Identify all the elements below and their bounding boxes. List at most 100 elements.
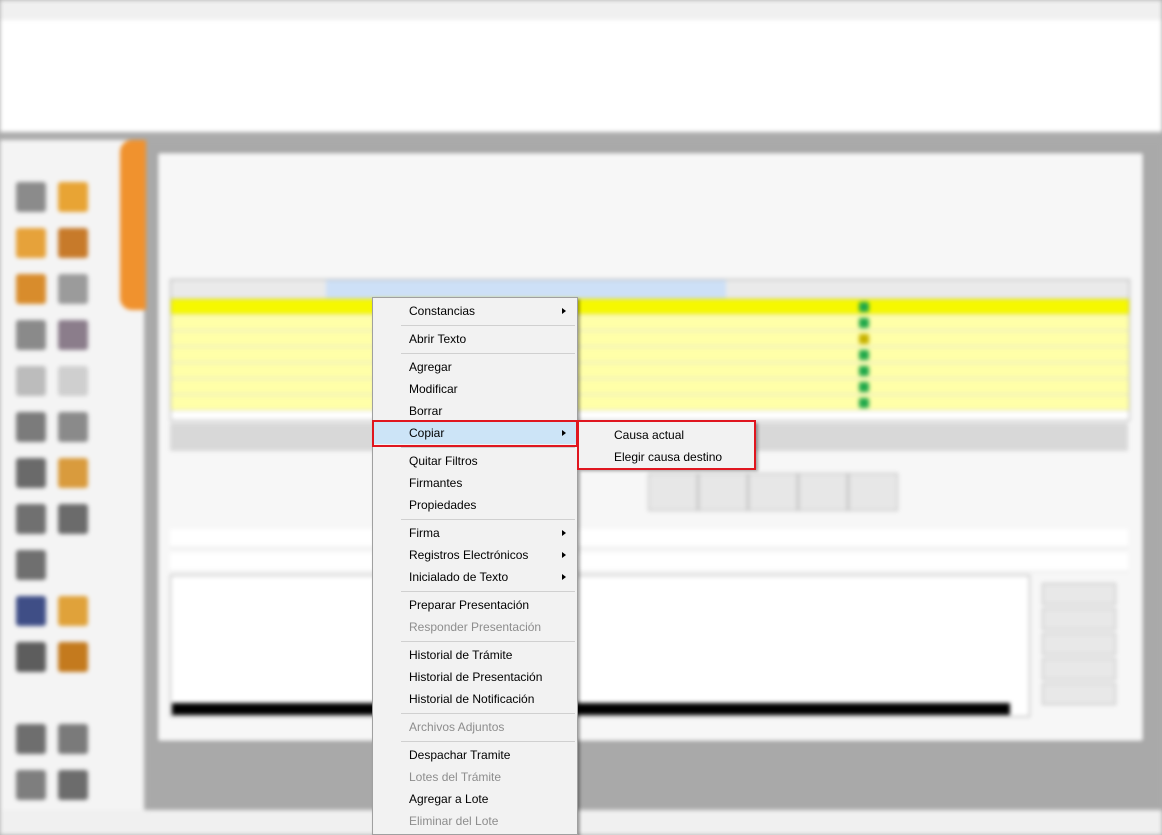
menu-item-despachar-tramite[interactable]: Despachar Tramite	[374, 744, 576, 766]
menu-item-label: Firmantes	[409, 476, 463, 490]
context-menu: Constancias Abrir Texto Agregar Modifica…	[372, 297, 578, 835]
table-row	[171, 395, 1129, 411]
menu-item-abrir-texto[interactable]: Abrir Texto	[374, 328, 576, 350]
table-row	[171, 363, 1129, 379]
detail-grid	[170, 575, 1030, 717]
tool-icon	[58, 366, 88, 396]
tool-icon	[58, 504, 88, 534]
menu-item-modificar[interactable]: Modificar	[374, 378, 576, 400]
menu-item-label: Borrar	[409, 404, 443, 418]
side-tab	[120, 140, 146, 310]
menu-item-firma[interactable]: Firma	[374, 522, 576, 544]
menu-item-copiar[interactable]: Copiar	[374, 422, 576, 444]
tool-icon	[58, 320, 88, 350]
tool-icon	[16, 274, 46, 304]
status-icon	[859, 366, 869, 376]
side-button	[1042, 658, 1116, 680]
menu-item-label: Responder Presentación	[409, 620, 542, 634]
tramites-grid	[170, 279, 1130, 421]
status-icon	[859, 334, 869, 344]
submenu-item-elegir-causa-destino[interactable]: Elegir causa destino	[580, 446, 754, 468]
tool-icon	[58, 182, 88, 212]
menu-item-borrar[interactable]: Borrar	[374, 400, 576, 422]
menu-item-responder-presentacion[interactable]: Responder Presentación	[374, 616, 576, 638]
menu-item-historial-de-presentacion[interactable]: Historial de Presentación	[374, 666, 576, 688]
tool-icon	[58, 274, 88, 304]
detail-bar	[172, 703, 1010, 715]
tool-icon	[16, 724, 46, 754]
menu-item-label: Archivos Adjuntos	[409, 720, 505, 734]
menu-item-label: Historial de Presentación	[409, 670, 543, 684]
menu-item-label: Copiar	[409, 426, 445, 440]
menu-item-agregar-a-lote[interactable]: Agregar a Lote	[374, 788, 576, 810]
submenu-arrow-icon	[562, 530, 566, 536]
menu-item-label: Propiedades	[409, 498, 477, 512]
menu-separator	[401, 325, 575, 326]
menu-item-label: Registros Electrónicos	[409, 548, 529, 562]
menu-item-historial-de-tramite[interactable]: Historial de Trámite	[374, 644, 576, 666]
menu-item-label: Eliminar del Lote	[409, 814, 499, 828]
side-button	[1042, 683, 1116, 705]
menu-item-label: Constancias	[409, 304, 476, 318]
menu-item-label: Firma	[409, 526, 440, 540]
tool-icon	[16, 320, 46, 350]
table-row	[171, 315, 1129, 331]
submenu-arrow-icon	[562, 552, 566, 558]
menu-item-eliminar-del-lote[interactable]: Eliminar del Lote	[374, 810, 576, 832]
menu-item-preparar-presentacion[interactable]: Preparar Presentación	[374, 594, 576, 616]
background-application	[0, 0, 1162, 835]
menu-item-firmantes[interactable]: Firmantes	[374, 472, 576, 494]
grid-header-selected	[326, 280, 726, 298]
submenu-arrow-icon	[562, 574, 566, 580]
menu-item-agregar[interactable]: Agregar	[374, 356, 576, 378]
menu-separator	[401, 447, 575, 448]
tool-icon	[16, 228, 46, 258]
side-button	[1042, 608, 1116, 630]
tool-icon	[58, 228, 88, 258]
tool-icon	[16, 596, 46, 626]
table-row	[171, 331, 1129, 347]
menu-item-label: Despachar Tramite	[409, 748, 511, 762]
tool-icon	[16, 412, 46, 442]
menu-item-registros-electronicos[interactable]: Registros Electrónicos	[374, 544, 576, 566]
menu-item-lotes-del-tramite[interactable]: Lotes del Trámite	[374, 766, 576, 788]
submenu-item-causa-actual[interactable]: Causa actual	[580, 424, 754, 446]
menu-separator	[401, 519, 575, 520]
section-header	[170, 529, 1128, 548]
toolbar-button	[798, 473, 848, 511]
tool-icon	[16, 182, 46, 212]
menu-item-quitar-filtros[interactable]: Quitar Filtros	[374, 450, 576, 472]
menu-item-label: Inicialado de Texto	[409, 570, 509, 584]
menu-item-propiedades[interactable]: Propiedades	[374, 494, 576, 516]
tool-icon	[16, 550, 46, 580]
menu-item-label: Historial de Notificación	[409, 692, 535, 706]
menu-item-constancias[interactable]: Constancias	[374, 300, 576, 322]
menu-item-historial-de-notificacion[interactable]: Historial de Notificación	[374, 688, 576, 710]
tool-icon	[58, 412, 88, 442]
toolbar-button	[748, 473, 798, 511]
tool-icon	[16, 504, 46, 534]
status-icon	[859, 302, 869, 312]
status-icon	[859, 382, 869, 392]
menu-item-label: Abrir Texto	[409, 332, 467, 346]
toolbar-button	[698, 473, 748, 511]
menu-item-label: Modificar	[409, 382, 458, 396]
table-row	[171, 347, 1129, 363]
menu-item-label: Elegir causa destino	[614, 450, 723, 464]
menu-item-label: Agregar	[409, 360, 452, 374]
menu-separator	[401, 353, 575, 354]
status-icon	[859, 318, 869, 328]
tool-icon	[58, 770, 88, 800]
section-header	[170, 553, 1128, 572]
status-icon	[859, 398, 869, 408]
case-info-panel	[0, 20, 1162, 132]
menu-item-label: Lotes del Trámite	[409, 770, 502, 784]
menu-item-label: Historial de Trámite	[409, 648, 513, 662]
menu-separator	[401, 591, 575, 592]
status-icon	[859, 350, 869, 360]
tool-icon	[58, 724, 88, 754]
tool-icon	[58, 642, 88, 672]
menu-item-archivos-adjuntos[interactable]: Archivos Adjuntos	[374, 716, 576, 738]
menu-item-inicialado-de-texto[interactable]: Inicialado de Texto	[374, 566, 576, 588]
toolbar-button	[648, 473, 698, 511]
